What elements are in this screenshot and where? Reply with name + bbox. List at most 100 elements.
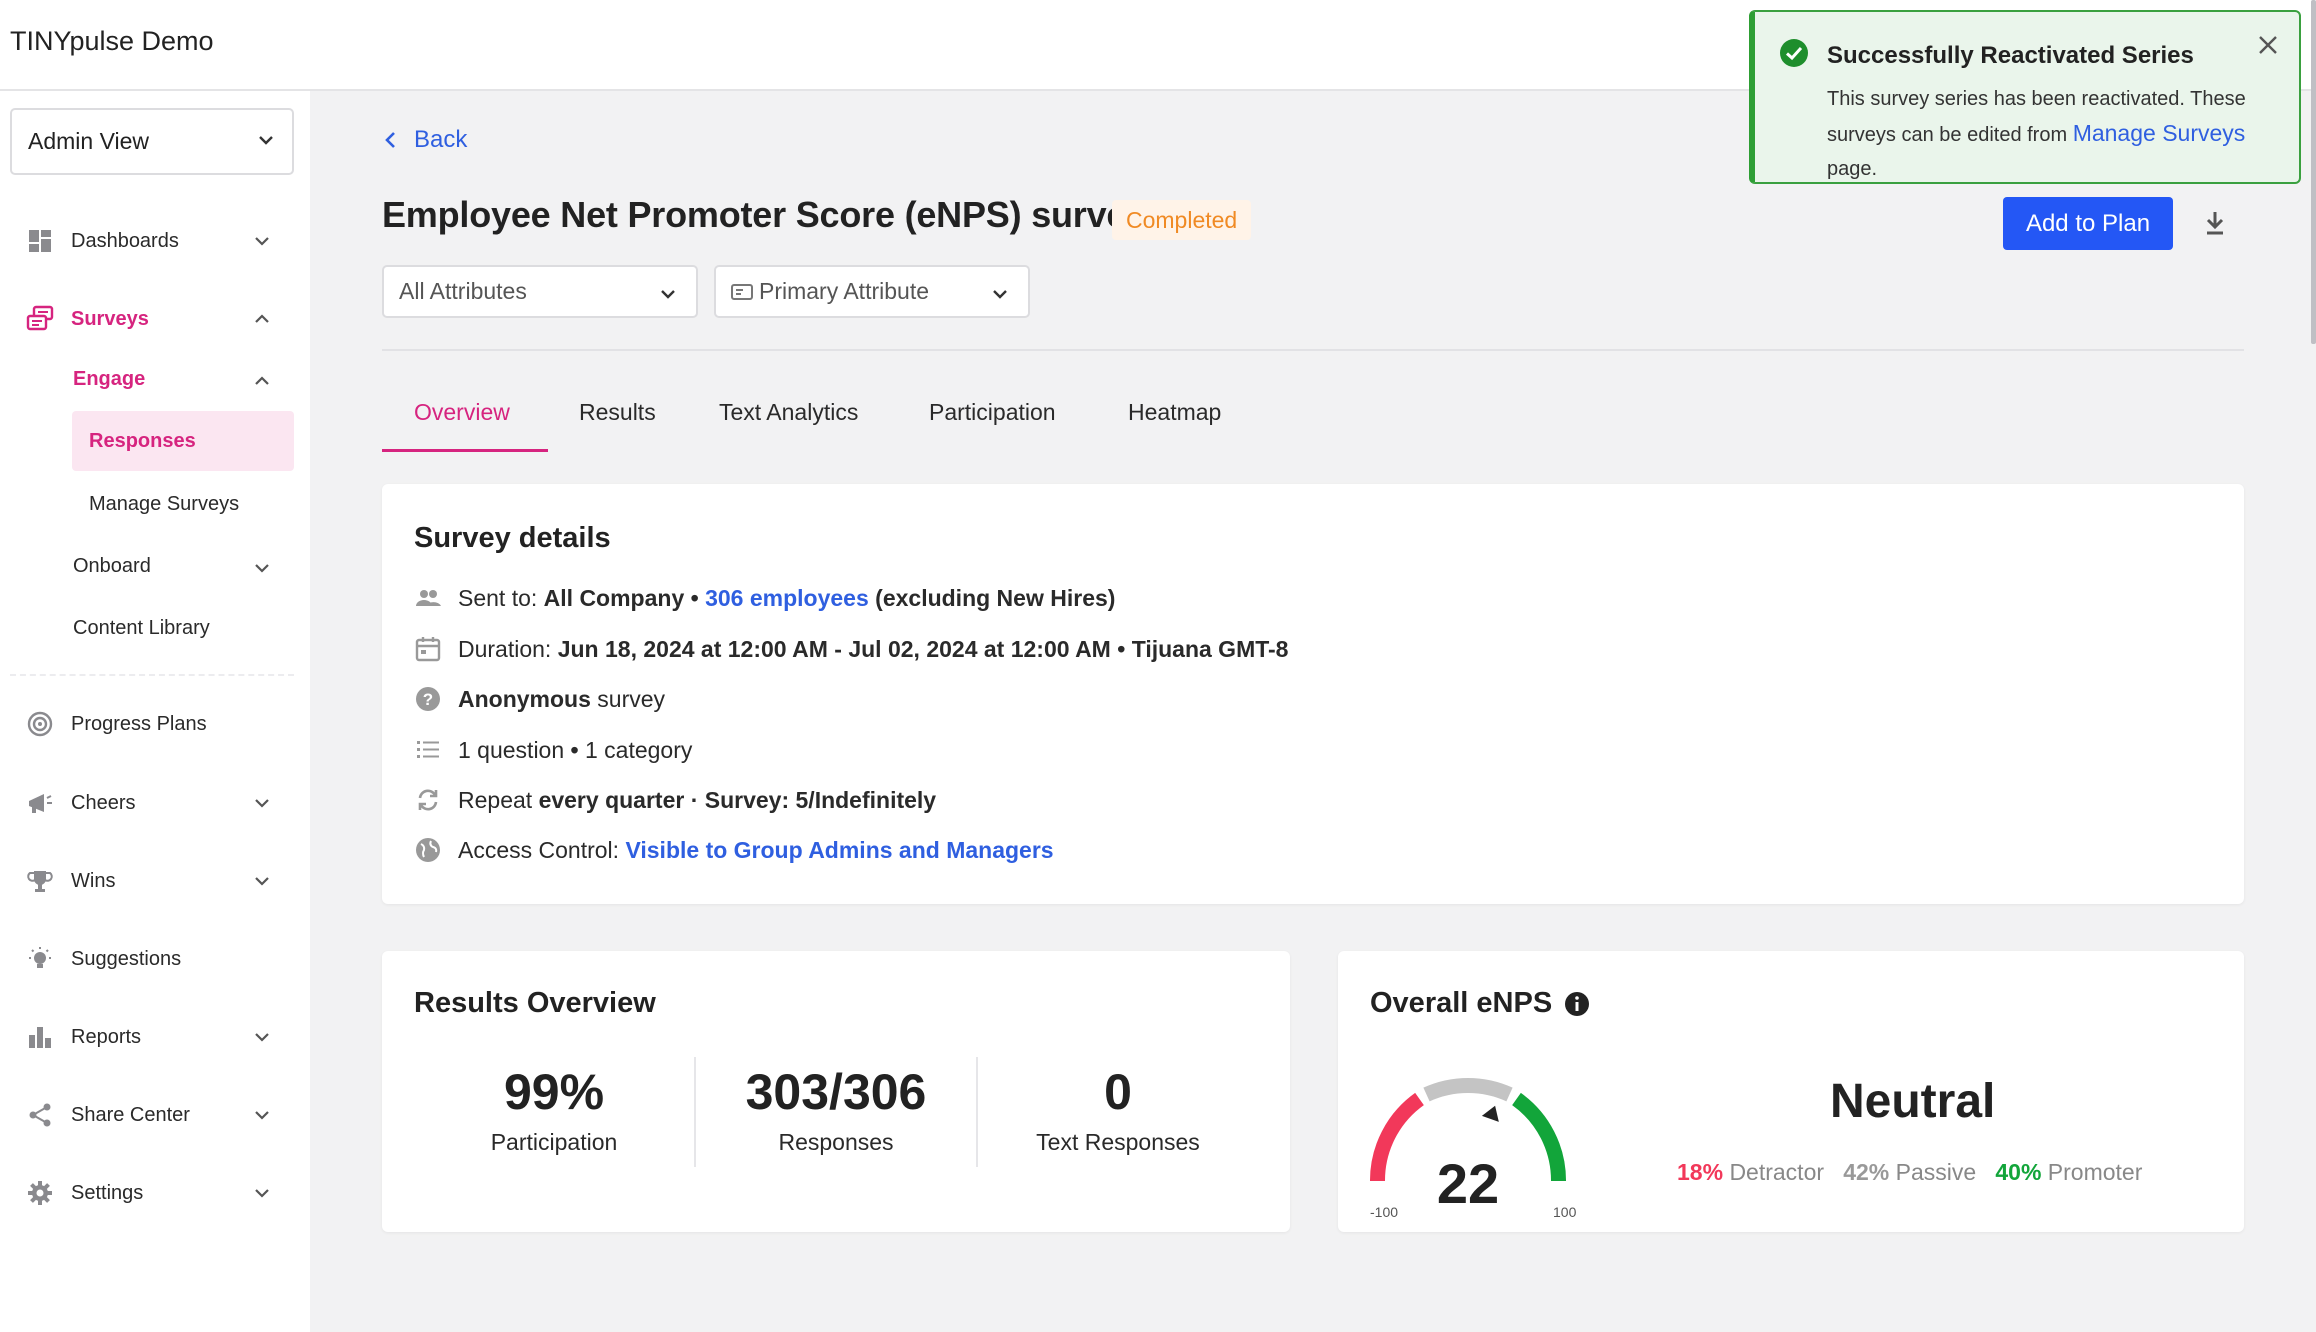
calendar-icon xyxy=(415,637,441,662)
gauge-needle xyxy=(1481,1105,1499,1122)
anonymous-row: ? Anonymous survey xyxy=(414,685,665,713)
sent-to-value: All Company xyxy=(543,584,685,611)
sidebar-item-engage[interactable]: Engage xyxy=(73,368,145,391)
back-label: Back xyxy=(414,126,468,153)
timezone: Tijuana GMT-8 xyxy=(1131,635,1289,662)
sidebar-item-label: Reports xyxy=(71,1025,142,1048)
text-responses-label: Text Responses xyxy=(1036,1129,1200,1155)
overall-enps-card: Overall eNPS 22 -100 100 xyxy=(1338,951,2244,1232)
sent-to-row: Sent to: All Company • 306 employees (ex… xyxy=(414,584,1115,612)
chevron-down-icon xyxy=(255,1189,269,1198)
sidebar-item-label: Share Center xyxy=(71,1103,190,1126)
sidebar-item-reports[interactable]: Reports xyxy=(0,1011,310,1063)
gauge-max-label: 100 xyxy=(1553,1204,1577,1220)
chevron-left-icon xyxy=(385,132,395,148)
access-link[interactable]: Visible to Group Admins and Managers xyxy=(625,837,1053,864)
bullet-separator: • xyxy=(690,584,699,611)
sidebar-item-responses[interactable]: Responses xyxy=(89,430,196,453)
bullet-separator: • xyxy=(570,736,579,763)
gauge-promoter-arc xyxy=(1511,1092,1567,1182)
tab-results[interactable]: Results xyxy=(579,399,656,426)
chevron-down-icon xyxy=(993,290,1007,299)
enps-gauge: 22 -100 100 xyxy=(1369,1078,1577,1220)
attributes-filter-value: All Attributes xyxy=(399,278,527,304)
attributes-filter[interactable]: All Attributes xyxy=(382,265,698,318)
tab-overview[interactable]: Overview xyxy=(414,399,510,426)
sidebar-item-cheers[interactable]: Cheers xyxy=(0,777,310,829)
anonymous-rest: survey xyxy=(597,685,666,712)
download-icon[interactable] xyxy=(2200,208,2230,238)
sidebar-item-manage-surveys[interactable]: Manage Surveys xyxy=(89,493,239,516)
participation-stat: 99% Participation xyxy=(414,1063,694,1156)
close-icon[interactable] xyxy=(2255,32,2281,58)
survey-icon xyxy=(26,305,54,331)
sidebar-item-suggestions[interactable]: Suggestions xyxy=(0,933,310,985)
sidebar-item-share-center[interactable]: Share Center xyxy=(0,1089,310,1141)
success-toast: Successfully Reactivated Series This sur… xyxy=(1749,10,2301,184)
questions-count: 1 question xyxy=(458,736,565,763)
text-responses-stat: 0 Text Responses xyxy=(978,1063,1258,1156)
primary-attribute-filter[interactable]: Primary Attribute xyxy=(714,265,1030,318)
results-overview-card: Results Overview 99% Participation 303/3… xyxy=(382,951,1290,1232)
id-card-icon xyxy=(731,283,753,300)
tab-heatmap[interactable]: Heatmap xyxy=(1128,399,1221,426)
chevron-up-icon xyxy=(255,314,269,323)
sidebar-item-label: Cheers xyxy=(71,791,136,814)
sidebar-item-progress-plans[interactable]: Progress Plans xyxy=(0,698,310,750)
info-icon[interactable] xyxy=(1564,991,1590,1017)
page-title: Employee Net Promoter Score (eNPS) surve… xyxy=(382,194,1147,235)
responses-stat: 303/306 Responses xyxy=(696,1063,976,1156)
duration-row: Duration: Jun 18, 2024 at 12:00 AM - Jul… xyxy=(414,635,1288,663)
survey-details-title: Survey details xyxy=(414,522,611,554)
sidebar-item-settings[interactable]: Settings xyxy=(0,1167,310,1219)
view-select[interactable]: Admin View xyxy=(10,108,294,175)
status-badge: Completed xyxy=(1112,200,1252,240)
globe-icon xyxy=(416,838,440,862)
participation-label: Participation xyxy=(490,1129,618,1155)
header-divider xyxy=(382,349,2244,351)
duration-value: Jun 18, 2024 at 12:00 AM - Jul 02, 2024 … xyxy=(557,635,1111,662)
sent-to-label: Sent to: xyxy=(458,584,538,611)
gear-icon xyxy=(28,1181,52,1205)
overall-enps-title-row: Overall eNPS xyxy=(1370,987,1590,1020)
toast-body-end: page. xyxy=(1827,158,1878,180)
repeat-row: Repeat every quarter · Survey: 5/Indefin… xyxy=(414,786,936,814)
add-to-plan-button[interactable]: Add to Plan xyxy=(2003,197,2173,250)
participation-value: 99% xyxy=(503,1064,605,1120)
sidebar-item-surveys[interactable]: Surveys xyxy=(0,293,310,345)
tab-text-analytics[interactable]: Text Analytics xyxy=(719,399,858,426)
target-icon xyxy=(27,711,53,737)
gauge-passive-arc xyxy=(1423,1078,1513,1102)
enps-rating: Neutral xyxy=(1830,1075,1996,1128)
question-icon: ? xyxy=(416,687,440,711)
gauge-detractor-arc xyxy=(1369,1092,1425,1182)
share-icon xyxy=(29,1103,51,1127)
anonymous-bold: Anonymous xyxy=(458,685,591,712)
survey-details-card: Survey details Sent to: All Company • 30… xyxy=(382,484,2244,904)
sidebar-item-onboard[interactable]: Onboard xyxy=(73,555,151,578)
access-label: Access Control: xyxy=(458,836,620,863)
megaphone-icon xyxy=(29,794,52,813)
chevron-down-icon xyxy=(255,564,269,573)
chevron-down-icon xyxy=(255,799,269,808)
chevron-down-icon xyxy=(255,1033,269,1042)
gauge-score: 22 xyxy=(1437,1152,1499,1215)
tab-participation[interactable]: Participation xyxy=(929,399,1056,426)
page-scrollbar[interactable] xyxy=(2311,0,2316,344)
chevron-down-icon xyxy=(255,1111,269,1120)
manage-surveys-link[interactable]: Manage Surveys xyxy=(2073,120,2246,146)
employees-link[interactable]: 306 employees xyxy=(705,585,869,612)
sidebar-item-label: Progress Plans xyxy=(71,712,207,735)
sidebar-item-wins[interactable]: Wins xyxy=(0,855,310,907)
sidebar-item-dashboards[interactable]: Dashboards xyxy=(0,215,310,267)
sidebar-item-label: Dashboards xyxy=(71,229,179,252)
text-responses-value: 0 xyxy=(1104,1064,1132,1120)
sidebar-item-content-library[interactable]: Content Library xyxy=(73,617,210,640)
view-select-value: Admin View xyxy=(28,128,150,154)
sidebar-item-label: Suggestions xyxy=(71,947,182,970)
overall-enps-title: Overall eNPS xyxy=(1370,987,1553,1019)
chevron-down-icon xyxy=(661,290,675,299)
back-link[interactable]: Back xyxy=(382,126,467,154)
sidebar-item-label: Settings xyxy=(71,1181,144,1204)
bullet-separator: • xyxy=(1117,635,1126,662)
